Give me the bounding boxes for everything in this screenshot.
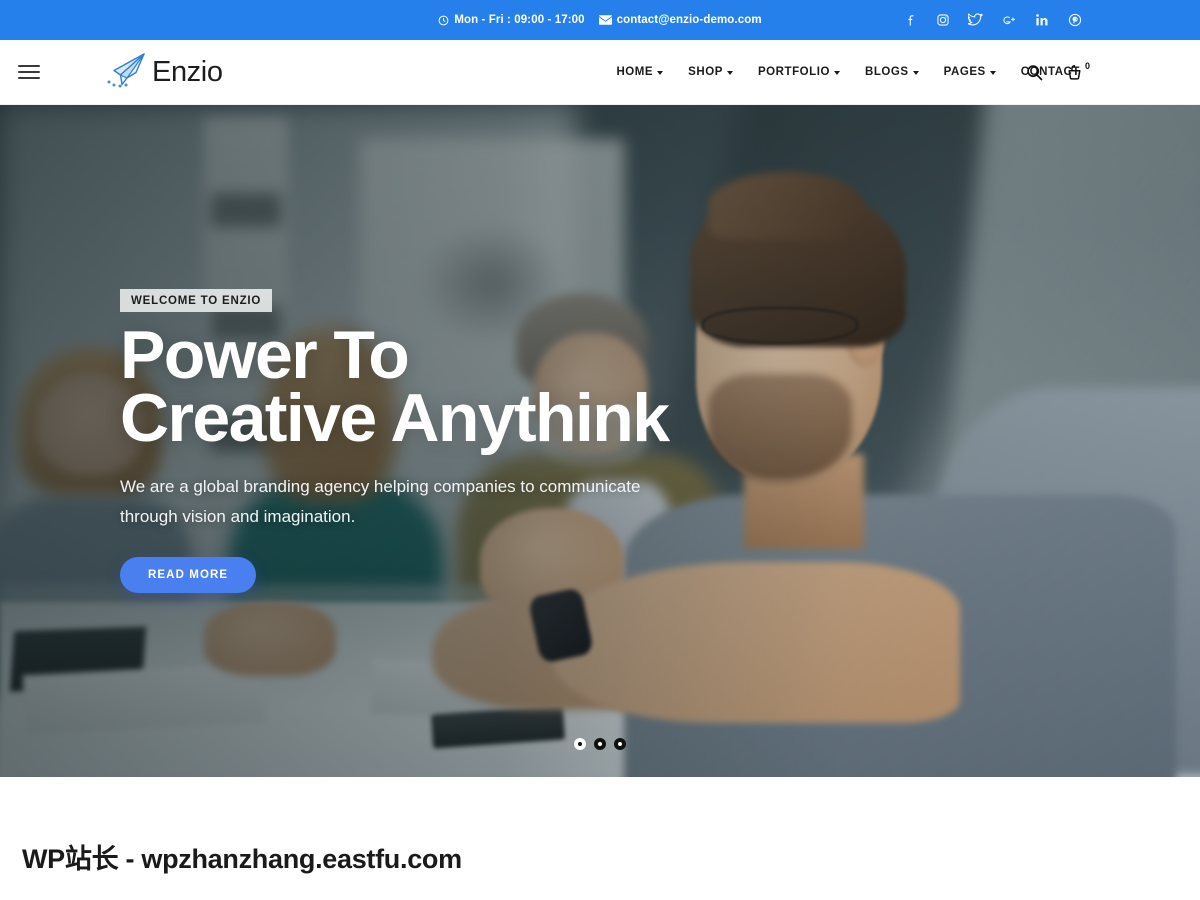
linkedin-icon[interactable] (1034, 13, 1049, 28)
nav-item-blogs[interactable]: BLOGS (865, 66, 919, 78)
site-logo[interactable]: Enzio (100, 51, 223, 93)
read-more-button[interactable]: READ MORE (120, 557, 257, 594)
slider-dot-2[interactable] (594, 738, 606, 750)
hero-content: WELCOME TO ENZIO Power To Creative Anyth… (120, 105, 670, 777)
burger-bar (18, 77, 40, 79)
nav-label: BLOGS (864, 66, 909, 78)
slider-dot-3[interactable] (614, 738, 626, 750)
nav-label: HOME (616, 66, 654, 78)
burger-bar (18, 65, 40, 67)
below-fold-section: WP站长 - wpzhanzhang.eastfu.com ENZIO (0, 777, 1200, 900)
contact-email-text: contact@enzio-demo.com (616, 14, 762, 26)
nav-item-pages[interactable]: PAGES (944, 66, 996, 78)
chevron-down-icon (912, 70, 919, 75)
slider-dot-1[interactable] (574, 738, 586, 750)
slider-pagination (0, 738, 1200, 750)
cart-count-badge: 0 (1084, 60, 1090, 71)
hero-title-line-2: Creative Anythink (120, 379, 670, 456)
nav-label: PORTFOLIO (757, 66, 830, 78)
site-header: Enzio HOME SHOP PORTFOLIO BLOGS PAGES CO… (0, 40, 1200, 105)
watermark-text: WP站长 - wpzhanzhang.eastfu.com (22, 844, 462, 874)
social-links (902, 13, 1082, 28)
shopping-basket-icon[interactable]: 0 (1065, 60, 1090, 81)
paper-plane-icon (100, 51, 148, 93)
nav-label: SHOP (688, 66, 723, 78)
main-navigation: HOME SHOP PORTFOLIO BLOGS PAGES CONTACT (616, 66, 1080, 78)
hamburger-menu-icon[interactable] (18, 65, 40, 79)
office-hours-text: Mon - Fri : 09:00 - 17:00 (454, 14, 585, 26)
burger-bar (18, 71, 40, 73)
facebook-icon[interactable] (902, 13, 917, 28)
header-actions: 0 (1026, 60, 1090, 81)
search-icon[interactable] (1026, 64, 1043, 81)
contact-email[interactable]: contact@enzio-demo.com (598, 14, 762, 26)
nav-item-portfolio[interactable]: PORTFOLIO (758, 66, 840, 78)
hero-slider: WELCOME TO ENZIO Power To Creative Anyth… (0, 105, 1200, 777)
chevron-down-icon (833, 70, 840, 75)
nav-label: PAGES (943, 66, 986, 78)
instagram-icon[interactable] (935, 13, 950, 28)
office-hours: Mon - Fri : 09:00 - 17:00 (438, 14, 585, 26)
chevron-down-icon (989, 70, 996, 75)
chevron-down-icon (657, 70, 664, 75)
nav-item-home[interactable]: HOME (616, 66, 664, 78)
twitter-icon[interactable] (968, 13, 983, 28)
chevron-down-icon (726, 70, 733, 75)
googleplus-icon[interactable] (1001, 13, 1016, 28)
clock-icon (438, 15, 449, 26)
hero-title: Power To Creative Anythink (120, 321, 670, 456)
logo-text: Enzio (152, 55, 223, 88)
top-bar: Mon - Fri : 09:00 - 17:00 contact@enzio-… (0, 0, 1200, 40)
hero-badge: WELCOME TO ENZIO (120, 288, 273, 312)
hero-subtitle: We are a global branding agency helping … (120, 476, 641, 526)
envelope-icon (598, 15, 612, 25)
nav-item-shop[interactable]: SHOP (688, 66, 733, 78)
pinterest-icon[interactable] (1067, 13, 1082, 28)
